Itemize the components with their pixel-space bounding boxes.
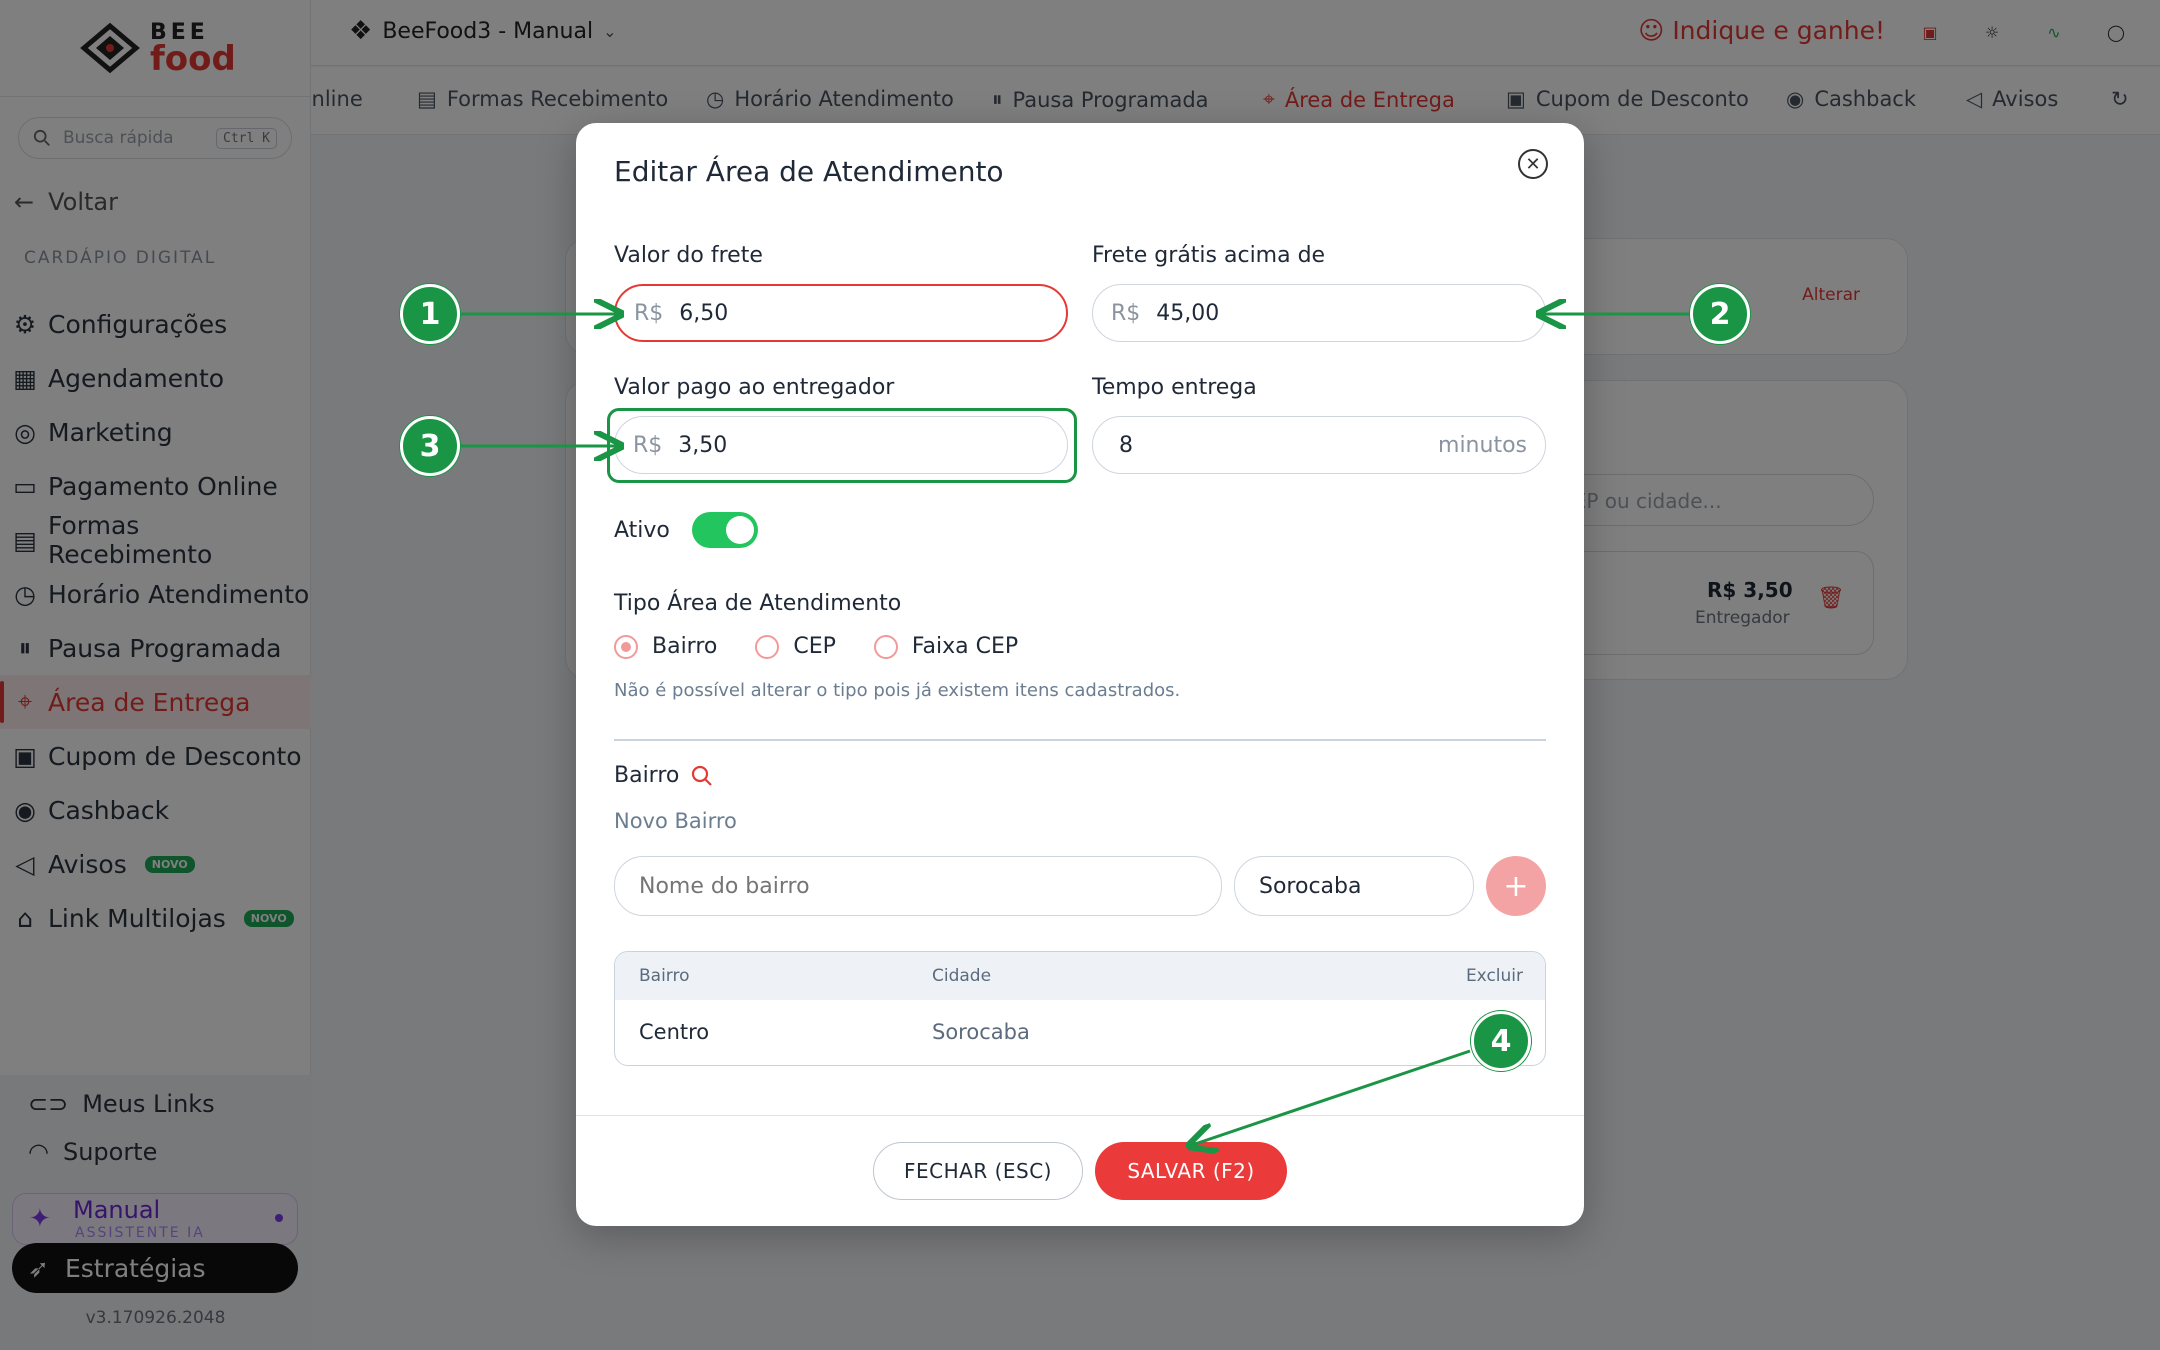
footer-divider <box>576 1115 1584 1116</box>
entregador-input[interactable]: R$ 3,50 <box>614 416 1068 474</box>
tipo-radio-group: Bairro CEP Faixa CEP <box>614 634 1018 659</box>
novo-bairro-label: Novo Bairro <box>614 809 737 833</box>
edit-area-modal: Editar Área de Atendimento ✕ Valor do fr… <box>576 123 1584 1226</box>
radio-circle-checked <box>614 634 638 659</box>
annotation-marker-4: 4 <box>1471 1011 1531 1071</box>
tempo-label: Tempo entrega <box>1092 375 1257 400</box>
ativo-row: Ativo <box>614 512 758 548</box>
bairro-table: Bairro Cidade Excluir Centro Sorocaba <box>614 951 1546 1066</box>
column-header-bairro: Bairro <box>639 966 690 986</box>
radio-label: Bairro <box>652 634 718 659</box>
tempo-suffix: minutos <box>1438 432 1527 458</box>
table-row: Centro Sorocaba <box>615 1000 1545 1065</box>
entregador-value: 3,50 <box>678 432 728 458</box>
tipo-label: Tipo Área de Atendimento <box>614 591 902 616</box>
frete-gratis-value: 45,00 <box>1156 300 1220 326</box>
ativo-toggle[interactable] <box>691 512 758 548</box>
frete-gratis-input[interactable]: R$ 45,00 <box>1092 284 1546 342</box>
column-header-cidade: Cidade <box>932 966 992 986</box>
table-header: Bairro Cidade Excluir <box>615 952 1545 1000</box>
radio-bairro[interactable]: Bairro <box>614 634 717 659</box>
currency-prefix: R$ <box>633 432 663 458</box>
bairro-title-label: Bairro <box>614 763 680 788</box>
tipo-hint: Não é possível alterar o tipo pois já ex… <box>614 680 1181 701</box>
add-bairro-button[interactable]: + <box>1486 856 1546 916</box>
column-header-excluir: Excluir <box>1465 966 1523 986</box>
annotation-marker-1: 1 <box>400 284 460 344</box>
radio-circle <box>873 634 898 659</box>
frete-value: 6,50 <box>679 300 729 326</box>
currency-prefix: R$ <box>634 300 664 326</box>
frete-gratis-label: Frete grátis acima de <box>1092 243 1326 268</box>
close-icon[interactable]: ✕ <box>1518 149 1548 179</box>
annotation-marker-3: 3 <box>400 416 460 476</box>
save-button[interactable]: SALVAR (F2) <box>1095 1142 1287 1200</box>
cell-cidade: Sorocaba <box>932 1020 1030 1044</box>
plus-icon: + <box>1503 868 1529 904</box>
frete-input[interactable]: R$ 6,50 <box>614 284 1068 342</box>
city-value: Sorocaba <box>1259 873 1362 899</box>
tempo-input[interactable]: 8 minutos <box>1092 416 1546 474</box>
bairro-section-title: Bairro <box>614 763 713 788</box>
radio-label: Faixa CEP <box>911 634 1019 659</box>
radio-label: CEP <box>793 634 836 659</box>
ativo-label: Ativo <box>614 517 670 543</box>
frete-label: Valor do frete <box>614 243 763 268</box>
city-select[interactable]: Sorocaba <box>1234 856 1474 916</box>
entregador-label: Valor pago ao entregador <box>614 375 895 400</box>
annotation-marker-2: 2 <box>1690 284 1750 344</box>
bairro-name-input[interactable] <box>614 856 1222 916</box>
radio-cep[interactable]: CEP <box>755 634 836 659</box>
modal-title: Editar Área de Atendimento <box>614 155 1004 188</box>
cell-bairro: Centro <box>639 1020 710 1044</box>
close-button[interactable]: FECHAR (ESC) <box>873 1142 1083 1200</box>
radio-faixa-cep[interactable]: Faixa CEP <box>873 634 1019 659</box>
radio-circle <box>755 634 780 659</box>
search-icon[interactable] <box>691 765 713 787</box>
divider <box>614 739 1546 741</box>
tempo-value: 8 <box>1119 432 1133 458</box>
currency-prefix: R$ <box>1111 300 1141 326</box>
